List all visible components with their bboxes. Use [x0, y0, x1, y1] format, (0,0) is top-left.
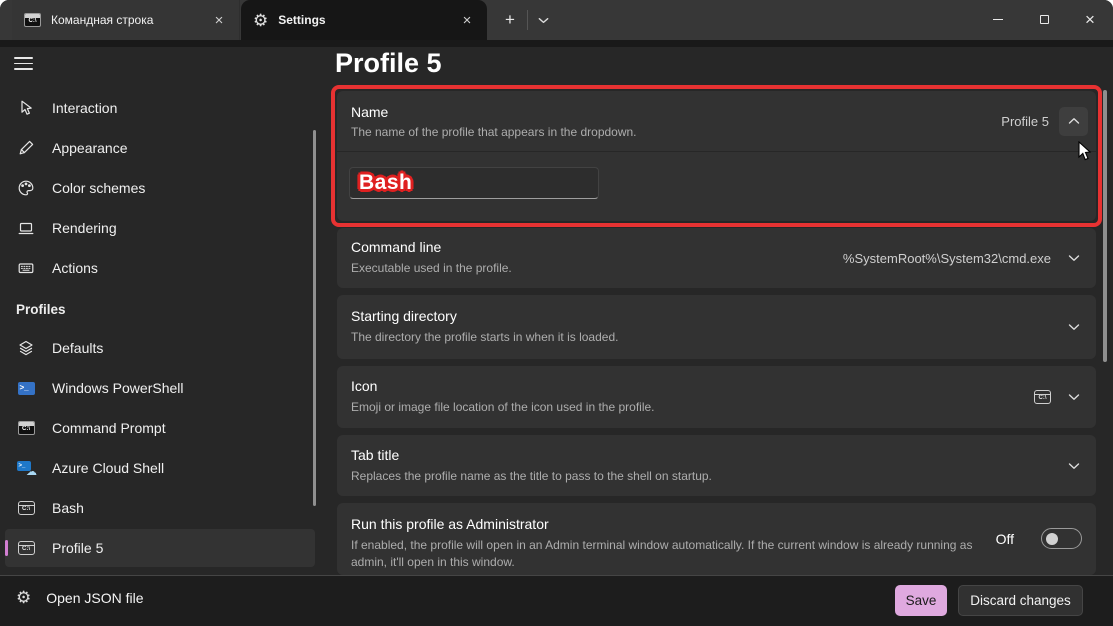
tab-separator	[527, 10, 528, 30]
open-json-file-button[interactable]: ⚙ Open JSON file	[16, 589, 144, 606]
sidebar-item-label: Rendering	[52, 220, 117, 236]
console-window-icon: C:\	[16, 541, 36, 555]
chevron-down-icon[interactable]	[1066, 319, 1082, 335]
admin-toggle-switch[interactable]	[1041, 528, 1082, 549]
card-tab-title[interactable]: Tab title Replaces the profile name as t…	[337, 435, 1096, 496]
sidebar-item-color-schemes[interactable]: Color schemes	[5, 169, 315, 207]
keyboard-icon	[16, 259, 36, 277]
card-description: Emoji or image file location of the icon…	[351, 399, 655, 416]
open-json-file-label: Open JSON file	[46, 590, 143, 606]
sidebar-item-label: Azure Cloud Shell	[52, 460, 164, 476]
sidebar: Interaction Appearance Color schemes Ren…	[0, 47, 320, 575]
close-button[interactable]: ×	[1067, 0, 1113, 38]
tabbar-underline	[0, 40, 1113, 47]
sidebar-item-azure-cloud-shell[interactable]: >_☁ Azure Cloud Shell	[5, 449, 315, 487]
card-description: Executable used in the profile.	[351, 260, 512, 277]
card-name: Name The name of the profile that appear…	[337, 91, 1096, 221]
tab-close-icon[interactable]: ×	[455, 8, 479, 32]
card-description: The directory the profile starts in when…	[351, 329, 618, 346]
gear-icon: ⚙	[16, 589, 31, 606]
sidebar-item-interaction[interactable]: Interaction	[5, 89, 315, 127]
terminal-settings-window: C:\ Командная строка × ⚙ Settings × + ×	[0, 0, 1113, 626]
card-name-header[interactable]: Name The name of the profile that appear…	[337, 91, 1096, 151]
sidebar-item-profile-5[interactable]: C:\ Profile 5	[5, 529, 315, 567]
card-description: If enabled, the profile will open in an …	[351, 537, 991, 571]
discard-changes-button[interactable]: Discard changes	[958, 585, 1083, 616]
save-button[interactable]: Save	[895, 585, 947, 616]
card-command-line[interactable]: Command line Executable used in the prof…	[337, 228, 1096, 288]
hamburger-menu-icon[interactable]	[14, 57, 33, 70]
sidebar-item-command-prompt[interactable]: C:\ Command Prompt	[5, 409, 315, 447]
sidebar-item-label: Appearance	[52, 140, 128, 156]
card-title: Starting directory	[351, 308, 618, 324]
sidebar-item-rendering[interactable]: Rendering	[5, 209, 315, 247]
card-title: Run this profile as Administrator	[351, 516, 991, 532]
profiles-section-header: Profiles	[16, 302, 306, 317]
sidebar-item-label: Color schemes	[52, 180, 145, 196]
sidebar-item-label: Interaction	[52, 100, 117, 116]
maximize-button[interactable]	[1021, 0, 1067, 38]
card-title: Command line	[351, 239, 512, 255]
card-starting-directory[interactable]: Starting directory The directory the pro…	[337, 295, 1096, 359]
pen-icon	[16, 139, 36, 157]
tab-close-icon[interactable]: ×	[207, 8, 231, 32]
palette-icon	[16, 179, 36, 197]
powershell-icon: >_	[16, 382, 36, 395]
tab-label: Командная строка	[51, 13, 207, 27]
cmd-window-icon: C:\	[24, 13, 41, 27]
sidebar-item-label: Profile 5	[52, 540, 103, 556]
card-description: Replaces the profile name as the title t…	[351, 468, 712, 485]
sidebar-item-label: Actions	[52, 260, 98, 276]
annotated-input-text: Bash	[359, 171, 412, 195]
sidebar-item-actions[interactable]: Actions	[5, 249, 315, 287]
card-description: The name of the profile that appears in …	[351, 125, 637, 139]
icon-preview-console-icon: C:\	[1034, 390, 1051, 404]
card-icon[interactable]: Icon Emoji or image file location of the…	[337, 366, 1096, 428]
card-title: Icon	[351, 378, 655, 394]
collapse-button[interactable]	[1059, 107, 1088, 136]
titlebar: C:\ Командная строка × ⚙ Settings × + ×	[0, 0, 1113, 40]
main-content: Profile 5 Name The name of the profile t…	[320, 47, 1113, 575]
gear-icon: ⚙	[253, 12, 268, 29]
selected-accent-bar	[5, 540, 8, 556]
sidebar-item-bash[interactable]: C:\ Bash	[5, 489, 315, 527]
sidebar-item-label: Command Prompt	[52, 420, 166, 436]
cmd-window-icon: C:\	[16, 421, 36, 435]
monitor-icon	[16, 219, 36, 237]
console-window-icon: C:\	[16, 501, 36, 515]
chevron-down-icon[interactable]	[1066, 250, 1082, 266]
sidebar-item-windows-powershell[interactable]: >_ Windows PowerShell	[5, 369, 315, 407]
main-scrollbar[interactable]	[1103, 90, 1107, 362]
card-run-as-administrator[interactable]: Run this profile as Administrator If ena…	[337, 503, 1096, 575]
card-divider	[337, 151, 1096, 152]
card-title: Name	[351, 104, 637, 120]
card-title: Tab title	[351, 447, 712, 463]
profile-name-input[interactable]: Bash	[349, 167, 599, 199]
tab-label: Settings	[278, 13, 455, 27]
sidebar-scrollbar[interactable]	[313, 130, 316, 506]
footer-bar: ⚙ Open JSON file Save Discard changes	[0, 575, 1113, 626]
sidebar-item-appearance[interactable]: Appearance	[5, 129, 315, 167]
azure-cloud-icon: >_☁	[16, 461, 36, 475]
new-tab-button[interactable]: +	[496, 8, 524, 32]
tab-dropdown-button[interactable]	[530, 8, 556, 32]
tab-settings[interactable]: ⚙ Settings ×	[241, 0, 487, 40]
chevron-down-icon[interactable]	[1066, 389, 1082, 405]
minimize-button[interactable]	[975, 0, 1021, 38]
tab-command-prompt[interactable]: C:\ Командная строка ×	[12, 0, 240, 40]
sidebar-item-label: Windows PowerShell	[52, 380, 184, 396]
sidebar-item-defaults[interactable]: Defaults	[5, 329, 315, 367]
page-title: Profile 5	[335, 48, 442, 79]
sidebar-item-label: Defaults	[52, 340, 103, 356]
card-value: %SystemRoot%\System32\cmd.exe	[843, 251, 1051, 266]
card-value: Profile 5	[1001, 114, 1049, 129]
chevron-down-icon[interactable]	[1066, 458, 1082, 474]
cursor-icon	[16, 99, 36, 117]
layers-icon	[16, 339, 36, 357]
toggle-state-label: Off	[996, 531, 1014, 547]
sidebar-item-label: Bash	[52, 500, 84, 516]
